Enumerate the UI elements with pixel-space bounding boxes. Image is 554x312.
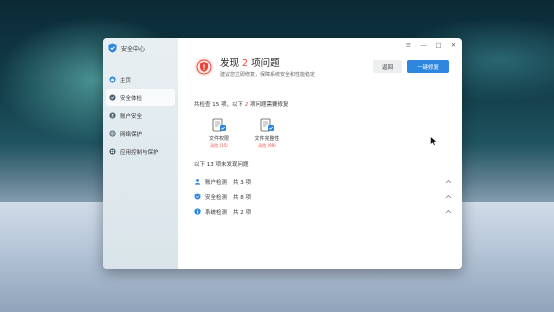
chevron-up-icon [445, 209, 452, 214]
sidebar-item-network-protection[interactable]: 网络保护 [106, 125, 175, 142]
check-row-system[interactable]: 系统检测 共 2 项 [194, 204, 452, 219]
problem-count: 2 [242, 58, 249, 69]
summary-suffix: 项问题需要修复 [250, 102, 289, 108]
check-label: 账户检测 [205, 179, 228, 186]
app-title-text: 安全中心 [121, 45, 146, 53]
check-summary: 共检查 15 项，以下 2 项问题需要修复 [194, 100, 289, 108]
file-check-icon [260, 118, 274, 132]
shield-check-icon [109, 94, 116, 101]
issue-label: 文件权限 [208, 136, 229, 142]
info-icon [194, 208, 201, 215]
issue-card-file-integrity[interactable]: 文件完整性 风险 (99) [250, 118, 284, 149]
check-count: 共 8 项 [233, 194, 252, 201]
app-title: 安全中心 [108, 43, 145, 53]
page-title: 发现 2 项问题 [220, 55, 315, 69]
check-label: 安全检测 [205, 194, 228, 201]
sidebar-item-label: 账户安全 [120, 113, 143, 120]
check-row-account[interactable]: 账户检测 共 3 项 [194, 174, 452, 189]
sidebar-item-label: 安全体检 [120, 95, 143, 102]
alert-shield-icon [194, 57, 214, 76]
issue-risk: 风险 (15) [210, 143, 228, 148]
page-subtitle: 建议您立即修复，保障系统安全和性能稳定 [220, 72, 316, 78]
shield-icon [194, 193, 201, 200]
apps-icon [109, 148, 116, 155]
minimize-button[interactable]: — [419, 41, 428, 50]
window-controls: ≡ — □ ✕ [404, 41, 458, 50]
issue-risk: 风险 (99) [258, 143, 276, 148]
title-prefix: 发现 [220, 58, 240, 69]
issue-card-file-permission[interactable]: 文件权限 风险 (15) [202, 118, 236, 149]
user-icon [109, 112, 116, 119]
security-center-window: 安全中心 主页 安全体检 账户安全 网络保护 应用控制与保护 ≡ — □ ✕ 发… [103, 38, 462, 269]
file-check-icon [212, 118, 226, 132]
close-button[interactable]: ✕ [449, 41, 458, 50]
summary-count: 2 [244, 102, 249, 108]
sidebar-item-security-checkup[interactable]: 安全体检 [106, 89, 175, 106]
app-logo-icon [108, 43, 117, 53]
check-count: 共 3 项 [233, 179, 252, 186]
main-panel: ≡ — □ ✕ 发现 2 项问题 建议您立即修复，保障系统安全和性能稳定 返回 … [178, 38, 462, 269]
sidebar-item-label: 网络保护 [120, 131, 143, 138]
check-list: 账户检测 共 3 项 安全检测 共 8 项 系统检测 共 2 项 [194, 174, 452, 219]
title-suffix: 项问题 [251, 58, 280, 69]
issue-cards: 文件权限 风险 (15) 文件完整性 风险 (99) [202, 118, 284, 149]
back-button[interactable]: 返回 [373, 60, 402, 73]
check-row-security[interactable]: 安全检测 共 8 项 [194, 189, 452, 204]
summary-prefix: 共检查 15 项，以下 [194, 102, 243, 108]
globe-icon [109, 130, 116, 137]
mouse-cursor-icon [430, 136, 438, 146]
issue-label: 文件完整性 [254, 136, 280, 142]
header-text: 发现 2 项问题 建议您立即修复，保障系统安全和性能稳定 [220, 55, 315, 78]
check-count: 共 2 项 [233, 209, 252, 216]
sidebar-item-account-security[interactable]: 账户安全 [106, 107, 175, 124]
user-icon [194, 178, 201, 185]
sidebar-item-home[interactable]: 主页 [106, 71, 175, 88]
check-label: 系统检测 [205, 209, 228, 216]
sidebar-item-label: 主页 [120, 77, 132, 84]
result-header: 发现 2 项问题 建议您立即修复，保障系统安全和性能稳定 [194, 55, 315, 78]
sidebar: 安全中心 主页 安全体检 账户安全 网络保护 应用控制与保护 [103, 38, 178, 269]
menu-button[interactable]: ≡ [404, 41, 413, 50]
sidebar-nav: 主页 安全体检 账户安全 网络保护 应用控制与保护 [103, 70, 178, 161]
no-problem-heading: 以下 13 项未发现问题 [194, 162, 249, 168]
chevron-up-icon [445, 179, 452, 184]
home-icon [109, 76, 116, 83]
sidebar-item-label: 应用控制与保护 [120, 149, 159, 156]
maximize-button[interactable]: □ [434, 41, 443, 50]
fix-all-button[interactable]: 一键修复 [407, 60, 449, 73]
sidebar-item-app-control[interactable]: 应用控制与保护 [106, 143, 175, 160]
chevron-up-icon [445, 194, 452, 199]
